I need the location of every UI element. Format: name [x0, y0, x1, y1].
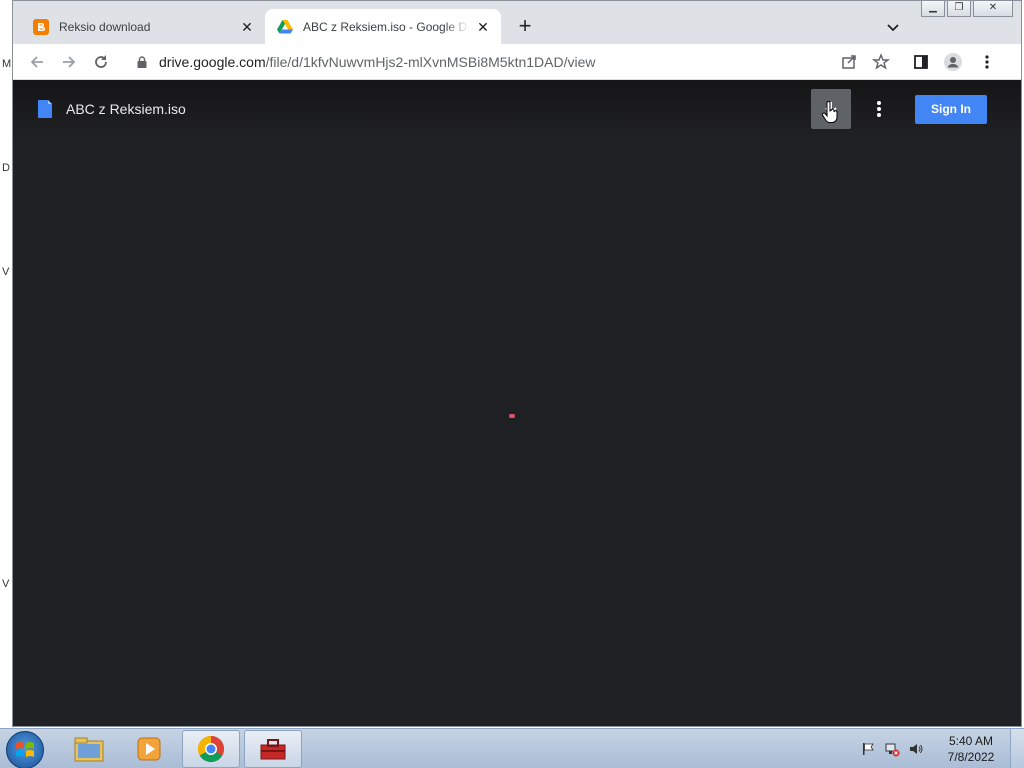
url-path: /file/d/1kfvNuwvmHjs2-mlXvnMSBi8M5ktn1DA… — [265, 54, 596, 70]
taskbar-chrome[interactable] — [182, 730, 240, 768]
taskbar: 5:40 AM 7/8/2022 — [0, 728, 1024, 768]
back-arrow-icon[interactable] — [27, 52, 47, 72]
taskbar-media-player[interactable] — [120, 730, 178, 768]
window-controls: ▁ ❐ ✕ — [921, 1, 1013, 17]
toolbox-icon — [260, 739, 286, 760]
tab-title: ABC z Reksiem.iso - Google Drive — [303, 19, 469, 34]
bookmark-star-icon[interactable] — [871, 52, 891, 72]
close-window-button[interactable]: ✕ — [973, 1, 1013, 17]
desktop-icon-label-fragment: V — [2, 578, 10, 590]
lock-icon[interactable] — [135, 55, 149, 69]
url-host: drive.google.com — [159, 54, 266, 70]
network-error-icon[interactable] — [884, 741, 900, 757]
folder-icon — [74, 737, 104, 762]
tab-google-drive[interactable]: ABC z Reksiem.iso - Google Drive ✕ — [265, 9, 501, 44]
desktop-icon-label-fragment: V — [2, 266, 10, 278]
system-tray: 5:40 AM 7/8/2022 — [860, 729, 1024, 768]
taskbar-explorer[interactable] — [60, 730, 118, 768]
viewer-header: ABC z Reksiem.iso Sign In — [13, 80, 1021, 140]
forward-arrow-icon[interactable] — [59, 52, 79, 72]
more-vert-icon — [877, 101, 881, 117]
new-tab-button[interactable]: + — [513, 15, 537, 39]
maximize-button[interactable]: ❐ — [947, 1, 971, 17]
volume-icon[interactable] — [908, 741, 924, 757]
more-options-button[interactable] — [869, 97, 889, 121]
loading-indicator — [509, 414, 515, 418]
system-clock[interactable]: 5:40 AM 7/8/2022 — [932, 733, 1010, 765]
side-panel-icon[interactable] — [911, 52, 931, 72]
close-tab-icon[interactable]: ✕ — [239, 19, 255, 35]
file-name: ABC z Reksiem.iso — [66, 101, 186, 117]
address-bar[interactable]: drive.google.com/file/d/1kfvNuwvmHjs2-ml… — [127, 48, 893, 76]
profile-avatar-icon[interactable] — [943, 52, 963, 72]
chrome-icon — [197, 735, 225, 763]
tab-title: Reksio download — [59, 19, 151, 34]
reload-icon[interactable] — [91, 52, 111, 72]
tab-strip: Reksio download ✕ ABC z Reksiem.iso - Go… — [13, 1, 1021, 44]
hand-cursor-icon — [821, 101, 838, 123]
clock-time: 5:40 AM — [948, 734, 994, 748]
drive-file-viewer: ABC z Reksiem.iso Sign In — [13, 80, 1021, 726]
file-icon — [38, 100, 52, 118]
taskbar-toolbox-app[interactable] — [244, 730, 302, 768]
sign-in-button[interactable]: Sign In — [915, 95, 987, 124]
show-desktop-button[interactable] — [1010, 729, 1024, 768]
tab-reksio-download[interactable]: Reksio download ✕ — [21, 9, 265, 44]
close-tab-icon[interactable]: ✕ — [475, 19, 491, 35]
action-center-flag-icon[interactable] — [860, 741, 876, 757]
url-text: drive.google.com/file/d/1kfvNuwvmHjs2-ml… — [159, 54, 596, 70]
clock-date: 7/8/2022 — [947, 750, 995, 764]
start-button[interactable] — [6, 731, 44, 768]
share-icon[interactable] — [839, 52, 859, 72]
chevron-down-icon[interactable] — [883, 17, 903, 37]
browser-toolbar: drive.google.com/file/d/1kfvNuwvmHjs2-ml… — [13, 44, 1021, 80]
windows-logo-icon — [16, 742, 34, 757]
blogger-icon — [33, 18, 49, 35]
browser-menu-icon[interactable] — [977, 52, 997, 72]
browser-window: Reksio download ✕ ABC z Reksiem.iso - Go… — [12, 0, 1022, 727]
desktop-icon-label-fragment: D — [2, 162, 10, 174]
media-player-icon — [137, 737, 161, 761]
google-drive-icon — [277, 19, 293, 33]
desktop-icon-label-fragment: M — [2, 58, 12, 70]
minimize-button[interactable]: ▁ — [921, 1, 945, 17]
